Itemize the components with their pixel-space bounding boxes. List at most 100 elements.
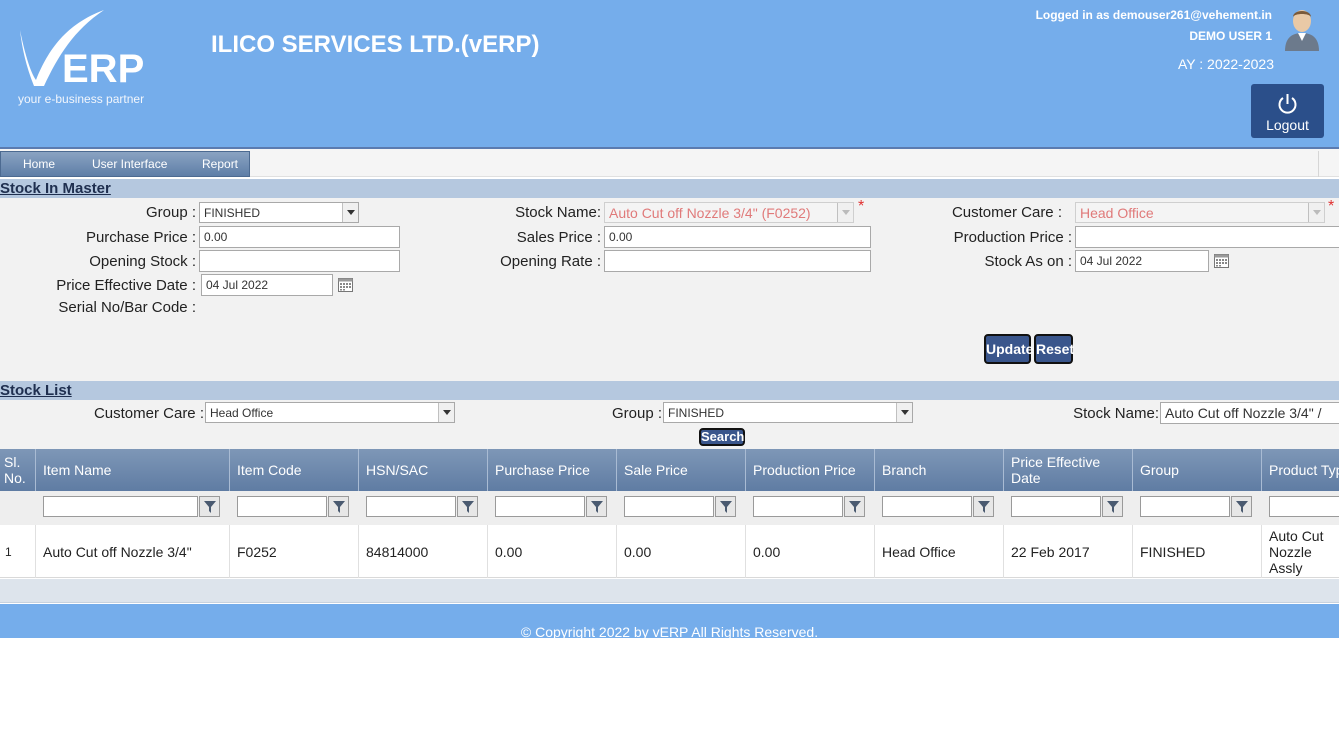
cell-production-price: 0.00 (746, 525, 875, 578)
column-header[interactable]: Price Effective Date (1004, 449, 1133, 491)
cell-purchase-price: 0.00 (488, 525, 617, 578)
production-price-filter-input[interactable] (753, 496, 843, 517)
customer-care-select[interactable]: Head Office (1075, 202, 1325, 223)
stock-grid-header: Sl. No. Item Name Item Code HSN/SAC Purc… (0, 449, 1339, 491)
filter-icon[interactable] (973, 496, 994, 517)
cell-item-name: Auto Cut off Nozzle 3/4" (36, 525, 230, 578)
chevron-down-icon (1308, 203, 1324, 222)
column-header[interactable]: HSN/SAC (359, 449, 488, 491)
list-stock-name-input[interactable]: Auto Cut off Nozzle 3/4" / (1160, 402, 1339, 424)
stock-as-on-input[interactable]: 04 Jul 2022 (1075, 250, 1209, 272)
filter-icon[interactable] (1231, 496, 1252, 517)
column-header[interactable]: Item Name (36, 449, 230, 491)
opening-stock-input[interactable] (199, 250, 400, 272)
hsn-filter-input[interactable] (366, 496, 456, 517)
nav-bar: Home User Interface Report (0, 147, 1339, 177)
cell-sale-price: 0.00 (617, 525, 746, 578)
list-group-select[interactable]: FINISHED (663, 402, 913, 423)
stock-name-value: Auto Cut off Nozzle 3/4" (F0252) (609, 205, 811, 221)
list-customer-care-select[interactable]: Head Office (205, 402, 455, 423)
search-button[interactable]: Search (699, 428, 745, 446)
grid-footer (0, 579, 1339, 603)
update-button[interactable]: Update (984, 334, 1033, 364)
logout-label: Logout (1266, 117, 1309, 133)
stock-name-label: Stock Name: (515, 204, 601, 221)
column-header[interactable]: Sl. No. (0, 449, 36, 491)
stock-list-title: Stock List (0, 382, 72, 399)
production-price-label: Production Price : (953, 229, 1072, 246)
purchase-price-filter-input[interactable] (495, 496, 585, 517)
opening-stock-label: Opening Stock : (89, 253, 196, 270)
stock-in-master-title: Stock In Master (0, 180, 111, 197)
filter-icon[interactable] (715, 496, 736, 517)
filter-icon[interactable] (586, 496, 607, 517)
app-root: ERP your e-business partner ILICO SERVIC… (0, 0, 1339, 747)
price-effective-filter-input[interactable] (1011, 496, 1101, 517)
opening-rate-input[interactable] (604, 250, 871, 272)
calendar-icon[interactable] (1214, 254, 1229, 268)
filter-icon[interactable] (328, 496, 349, 517)
column-header[interactable]: Product Type (1262, 449, 1339, 491)
item-name-filter-input[interactable] (43, 496, 198, 517)
column-header[interactable]: Sale Price (617, 449, 746, 491)
chevron-down-icon (342, 203, 358, 222)
serial-barcode-label: Serial No/Bar Code : (58, 299, 196, 316)
logged-in-text: Logged in as demouser261@vehement.in (1035, 8, 1272, 22)
list-customer-care-value: Head Office (210, 406, 274, 420)
reset-button[interactable]: Reset (1034, 334, 1074, 364)
sale-price-filter-input[interactable] (624, 496, 714, 517)
group-select[interactable]: FINISHED (199, 202, 359, 223)
logout-button[interactable]: Logout (1251, 84, 1324, 138)
production-price-input[interactable] (1075, 226, 1339, 248)
filter-icon[interactable] (199, 496, 220, 517)
cell-product-type: Auto Cut Nozzle Assly (1269, 527, 1324, 576)
price-effective-label: Price Effective Date : (56, 277, 196, 294)
page-footer: © Copyright 2022 by vERP All Rights Rese… (0, 604, 1339, 640)
item-code-filter-input[interactable] (237, 496, 327, 517)
column-header[interactable]: Branch (875, 449, 1004, 491)
cell-sl-no: 1 (0, 525, 36, 578)
required-marker: * (858, 198, 865, 215)
copyright-text: © Copyright 2022 by vERP All Rights Rese… (520, 624, 819, 640)
customer-care-value: Head Office (1080, 205, 1154, 221)
group-label: Group : (145, 204, 196, 221)
column-header[interactable]: Item Code (230, 449, 359, 491)
nav-item-user-interface[interactable]: User Interface (92, 157, 167, 171)
filter-icon[interactable] (844, 496, 865, 517)
stock-list-filters: Customer Care : Head Office Group : FINI… (0, 400, 1339, 449)
price-effective-input[interactable]: 04 Jul 2022 (201, 274, 333, 296)
product-type-filter-input[interactable] (1269, 496, 1339, 517)
opening-rate-label: Opening Rate : (500, 253, 601, 270)
branch-filter-input[interactable] (882, 496, 972, 517)
cell-price-effective-date: 22 Feb 2017 (1004, 525, 1133, 578)
column-header[interactable]: Group (1133, 449, 1262, 491)
filter-icon[interactable] (457, 496, 478, 517)
user-avatar-icon (1285, 10, 1319, 51)
list-customer-care-label: Customer Care : (93, 405, 204, 422)
purchase-price-label: Purchase Price : (85, 229, 196, 246)
academic-year: AY : 2022-2023 (1177, 56, 1274, 72)
table-row[interactable]: 1 Auto Cut off Nozzle 3/4" F0252 8481400… (0, 525, 1339, 578)
nav-divider (1318, 151, 1319, 177)
stock-name-select[interactable]: Auto Cut off Nozzle 3/4" (F0252) (604, 202, 854, 223)
column-header[interactable]: Purchase Price (488, 449, 617, 491)
stock-in-master-bar: Stock In Master (0, 179, 1339, 198)
list-group-value: FINISHED (668, 406, 725, 420)
required-marker: * (1328, 198, 1335, 215)
column-header[interactable]: Production Price (746, 449, 875, 491)
chevron-down-icon (837, 203, 853, 222)
nav-item-home[interactable]: Home (23, 157, 55, 171)
group-select-value: FINISHED (204, 206, 261, 220)
calendar-icon[interactable] (338, 278, 353, 292)
sales-price-input[interactable]: 0.00 (604, 226, 871, 248)
purchase-price-input[interactable]: 0.00 (199, 226, 400, 248)
chevron-down-icon (438, 403, 454, 422)
group-filter-input[interactable] (1140, 496, 1230, 517)
cell-hsn: 84814000 (359, 525, 488, 578)
cell-group: FINISHED (1133, 525, 1262, 578)
nav-item-report[interactable]: Report (202, 157, 238, 171)
logo-text: ERP (62, 47, 144, 91)
chevron-down-icon (896, 403, 912, 422)
company-name: ILICO SERVICES LTD.(vERP) (211, 31, 540, 58)
filter-icon[interactable] (1102, 496, 1123, 517)
